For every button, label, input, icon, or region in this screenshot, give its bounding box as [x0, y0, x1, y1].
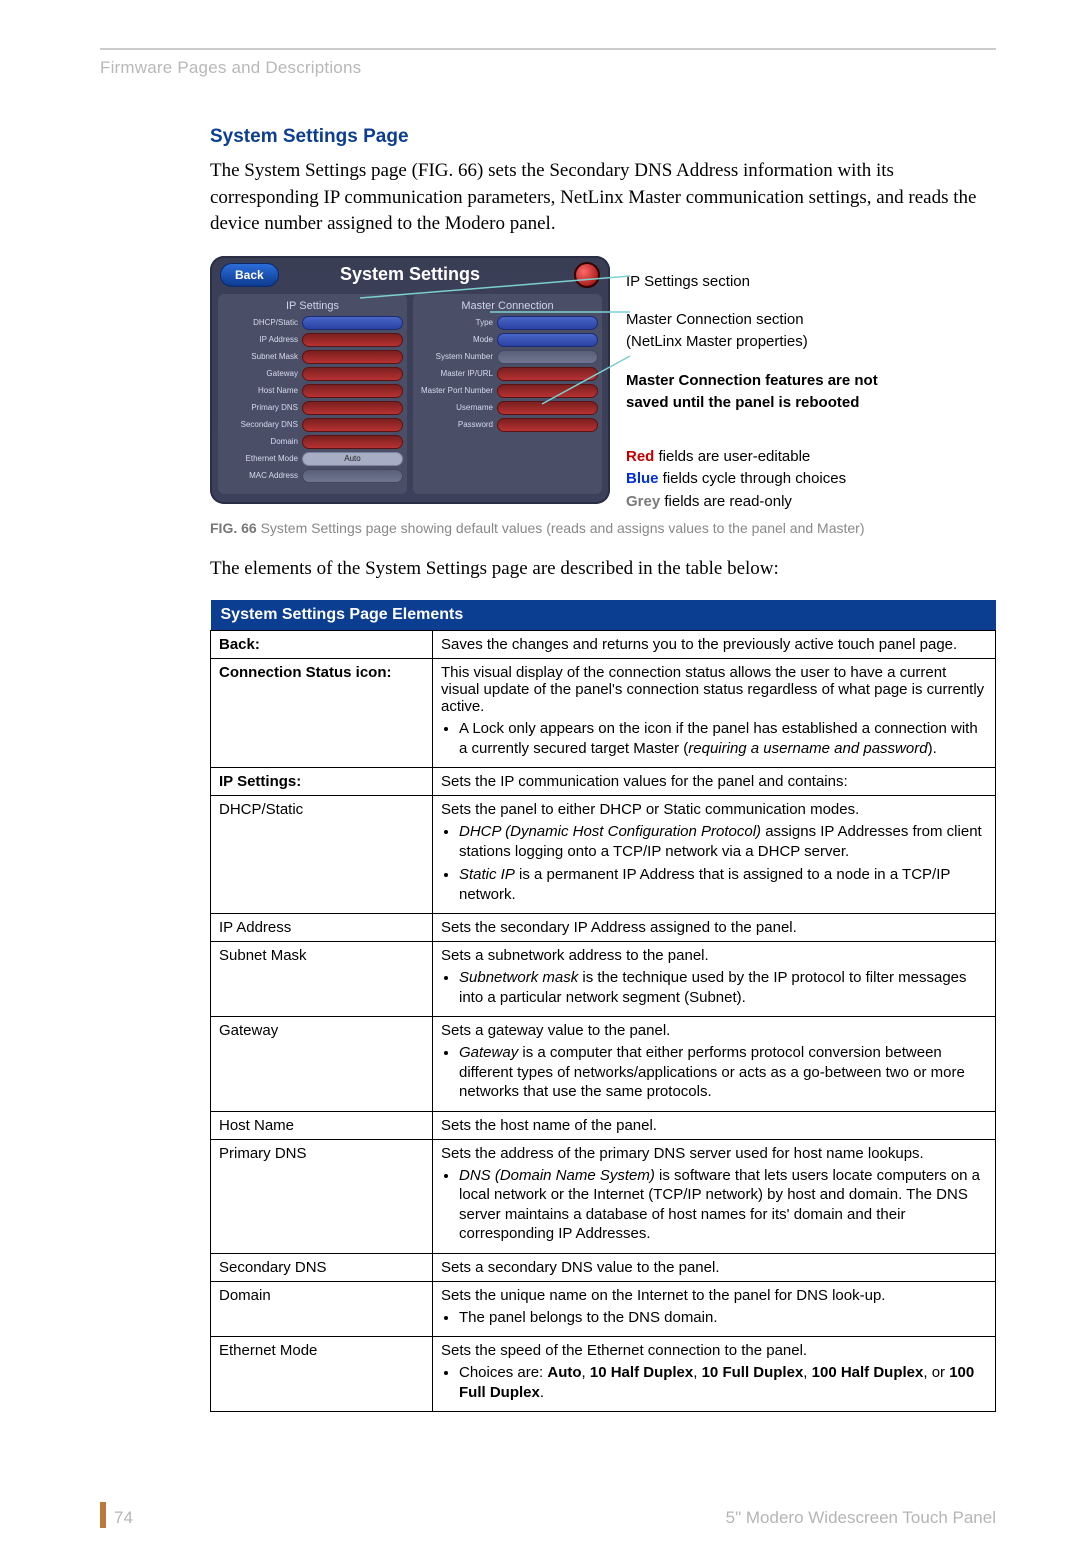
row-desc: This visual display of the connection st… — [441, 664, 987, 715]
bullet: Static IP is a permanent IP Address that… — [459, 865, 987, 904]
row-label: Host Name — [219, 1117, 294, 1134]
bullet: The panel belongs to the DNS domain. — [459, 1308, 987, 1328]
row-label: DHCP/Static — [219, 801, 303, 818]
row-desc: Sets a secondary DNS value to the panel. — [441, 1259, 987, 1276]
elements-table: System Settings Page Elements Back: Saves… — [210, 600, 996, 1412]
row-desc: Sets the host name of the panel. — [441, 1117, 987, 1134]
row-desc: Saves the changes and returns you to the… — [441, 636, 987, 653]
bullet: Gateway is a computer that either perfor… — [459, 1043, 987, 1102]
row-desc: Sets the IP communication values for the… — [441, 773, 987, 790]
footer-accent — [100, 1502, 106, 1528]
page-number: 74 — [114, 1508, 133, 1528]
table-row: Connection Status icon: This visual displ… — [211, 659, 996, 768]
row-label: Domain — [219, 1287, 271, 1304]
table-header: System Settings Page Elements — [211, 600, 996, 631]
table-row: IP Address Sets the secondary IP Address … — [211, 914, 996, 942]
row-desc: Sets the panel to either DHCP or Static … — [441, 801, 987, 818]
row-desc: Sets a gateway value to the panel. — [441, 1022, 987, 1039]
table-row: Ethernet Mode Sets the speed of the Ether… — [211, 1337, 996, 1412]
row-desc: Sets the secondary IP Address assigned t… — [441, 919, 987, 936]
row-label: Secondary DNS — [219, 1259, 327, 1276]
table-row: Host Name Sets the host name of the panel… — [211, 1111, 996, 1139]
table-row: DHCP/Static Sets the panel to either DHCP… — [211, 796, 996, 914]
row-label: Ethernet Mode — [219, 1342, 317, 1359]
row-label: Primary DNS — [219, 1145, 307, 1162]
row-desc: Sets a subnetwork address to the panel. — [441, 947, 987, 964]
intro-text: The System Settings page (FIG. 66) sets … — [210, 158, 996, 238]
bullet: Subnetwork mask is the technique used by… — [459, 968, 987, 1007]
table-row: Subnet Mask Sets a subnetwork address to … — [211, 942, 996, 1017]
header-category: Firmware Pages and Descriptions — [100, 58, 996, 78]
row-desc: Sets the address of the primary DNS serv… — [441, 1145, 987, 1162]
table-row: Secondary DNS Sets a secondary DNS value … — [211, 1253, 996, 1281]
row-label: Connection Status icon: — [219, 664, 392, 681]
table-lead: The elements of the System Settings page… — [210, 556, 996, 583]
row-label: Subnet Mask — [219, 947, 307, 964]
footer-product: 5" Modero Widescreen Touch Panel — [726, 1508, 996, 1528]
bullet: A Lock only appears on the icon if the p… — [459, 719, 987, 758]
table-row: Primary DNS Sets the address of the prima… — [211, 1139, 996, 1253]
row-label: Back: — [219, 636, 260, 653]
row-desc: Sets the unique name on the Internet to … — [441, 1287, 987, 1304]
section-heading: System Settings Page — [210, 126, 996, 148]
table-row: Back: Saves the changes and returns you t… — [211, 631, 996, 659]
bullet: DHCP (Dynamic Host Configuration Protoco… — [459, 822, 987, 861]
table-row: Domain Sets the unique name on the Intern… — [211, 1281, 996, 1337]
row-desc: Sets the speed of the Ethernet connectio… — [441, 1342, 987, 1359]
bullet: DNS (Domain Name System) is software tha… — [459, 1166, 987, 1244]
figure-caption: FIG. 66 System Settings page showing def… — [210, 520, 996, 536]
row-label: Gateway — [219, 1022, 278, 1039]
table-row: Gateway Sets a gateway value to the panel… — [211, 1017, 996, 1112]
row-label: IP Address — [219, 919, 291, 936]
table-row: IP Settings: Sets the IP communication va… — [211, 768, 996, 796]
row-label: IP Settings: — [219, 773, 301, 790]
